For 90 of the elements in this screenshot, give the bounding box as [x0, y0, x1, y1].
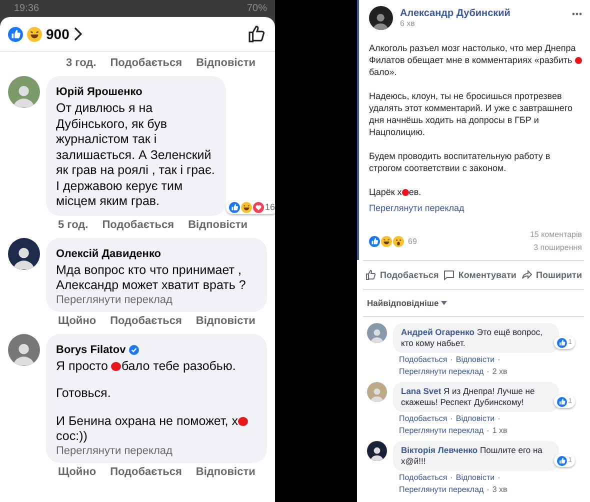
share-button[interactable]: Поширити	[521, 269, 582, 281]
translate-link[interactable]: Переглянути переклад	[369, 203, 464, 213]
comment-text: Я просто бало тебе разобью.	[56, 358, 237, 374]
chevron-right-icon[interactable]	[73, 27, 84, 41]
comment-action-link[interactable]: Відповісти	[456, 414, 495, 423]
post-text: Будем проводить воспитательную работу в строгом соответствии с законом.	[369, 150, 552, 174]
separator-dot: ·	[498, 473, 500, 482]
person-silhouette-icon	[369, 327, 385, 343]
avatar[interactable]	[367, 441, 387, 461]
comment-text: И Бенина охрана не поможет, х сос:))	[56, 414, 257, 444]
reaction-total[interactable]: 900	[46, 26, 70, 42]
post-text: Царёк х ев.	[369, 186, 422, 198]
translate-link[interactable]: Переглянути переклад	[56, 444, 257, 456]
laugh-reaction-icon	[240, 202, 252, 212]
comment-time: Щойно	[58, 466, 96, 478]
reply-link[interactable]: Відповісти	[188, 218, 248, 230]
comment-action-link[interactable]: Подобається	[399, 355, 448, 364]
separator-dot: ·	[498, 355, 500, 364]
post-text: Надеюсь, клоун, ты не бросишься протрезвев удалять этот комментарий. И уже с завтрашнего дня начнёшь ходить на допросы в ГБР и Нацполицию.	[369, 90, 574, 138]
like-reaction-icon	[557, 396, 568, 406]
comment-time: 3 хв	[492, 485, 508, 494]
separator-dot: ·	[450, 414, 453, 423]
comment-action-link[interactable]: Відповісти	[456, 473, 495, 482]
comment-count[interactable]: 15 коментарів	[530, 230, 582, 239]
comment-button[interactable]: Коментувати	[443, 269, 516, 281]
separator-dot: ·	[486, 485, 490, 494]
battery-level: 70%	[246, 3, 267, 14]
reaction-badge[interactable]: 16	[226, 200, 275, 214]
like-reaction-icon	[369, 236, 380, 246]
redaction-mark	[238, 416, 248, 426]
wow-reaction-icon	[393, 236, 404, 246]
comment-text: Мда вопрос кто что принимает , Александр может хватит врать ?	[56, 262, 247, 294]
separator-dot: ·	[486, 367, 490, 376]
reply-link[interactable]: Відповісти	[196, 314, 256, 326]
avatar[interactable]	[8, 238, 40, 270]
love-reaction-icon	[252, 202, 264, 212]
like-reaction-icon	[557, 456, 568, 466]
comment-action-link[interactable]: Подобається	[399, 414, 448, 423]
comment-author[interactable]: Borys Filatov	[56, 344, 139, 356]
caret-icon	[440, 301, 447, 305]
comment-action-link[interactable]: Переглянути переклад	[399, 367, 484, 376]
redaction-mark	[574, 57, 582, 64]
comment-time: 3 год.	[66, 57, 96, 69]
redaction-mark	[402, 189, 409, 196]
person-silhouette-icon	[369, 445, 385, 461]
separator-dot: ·	[450, 355, 453, 364]
reaction-count: 16	[264, 202, 275, 212]
reply-link[interactable]: Відповісти	[196, 466, 256, 478]
like-button[interactable]: Подобається	[365, 269, 439, 281]
share-arrow-icon	[521, 269, 534, 281]
post-time[interactable]: 6 хв	[400, 19, 565, 28]
like-icon[interactable]	[247, 24, 267, 44]
comment-action-link[interactable]: Відповісти	[456, 355, 495, 364]
like-reaction-icon	[8, 26, 23, 42]
reply-link[interactable]: Відповісти	[196, 57, 256, 69]
separator-dot: ·	[450, 473, 453, 482]
reaction-count[interactable]: 69	[408, 236, 417, 246]
sort-dropdown[interactable]: Найвідповідніше	[357, 290, 457, 316]
like-link[interactable]: Подобається	[102, 218, 174, 230]
comment-author[interactable]: Юрій Ярошенко	[56, 86, 142, 98]
share-count[interactable]: 3 поширення	[534, 243, 582, 252]
comment-time: 1 хв	[492, 426, 508, 435]
avatar[interactable]	[369, 6, 393, 30]
laugh-reaction-icon	[381, 236, 392, 246]
like-link[interactable]: Подобається	[110, 314, 182, 326]
comment-time: 2 хв	[492, 367, 508, 376]
more-options-icon[interactable]	[572, 12, 582, 16]
like-link[interactable]: Подобається	[110, 57, 182, 69]
translate-link[interactable]: Переглянути переклад	[56, 294, 257, 306]
comment-time: 5 год.	[58, 218, 88, 230]
comment-text: Готовься.	[56, 386, 112, 402]
speech-bubble-icon	[443, 269, 456, 281]
status-time: 19:36	[14, 3, 40, 14]
like-link[interactable]: Подобається	[110, 466, 182, 478]
comment-action-link[interactable]: Подобається	[399, 473, 448, 482]
comment-author[interactable]: Олексій Давиденко	[56, 248, 162, 260]
thumb-up-icon	[365, 269, 377, 281]
post-author[interactable]: Александр Дубинский	[400, 8, 565, 19]
comment-action-link[interactable]: Переглянути переклад	[399, 426, 484, 435]
like-reaction-icon	[228, 202, 240, 212]
separator-dot: ·	[498, 414, 500, 423]
comment-time: Щойно	[58, 314, 96, 326]
comment-action-link[interactable]: Переглянути переклад	[399, 485, 484, 494]
post-text: Алкоголь разъел мозг настолько, что мер Днепра Филатов обещает мне в комментариях «разбить бало».	[369, 42, 582, 78]
separator-dot: ·	[486, 426, 490, 435]
comment-text: От дивлюсь я на Дубінського, як був журналістом так і залишається. А Зеленский як грав на роялі , так і грає. І державою керує тим місцем яким грав.	[56, 101, 216, 210]
laugh-reaction-icon	[27, 26, 42, 42]
redaction-mark	[111, 362, 122, 371]
person-silhouette-icon	[369, 386, 385, 402]
like-reaction-icon	[557, 338, 568, 348]
